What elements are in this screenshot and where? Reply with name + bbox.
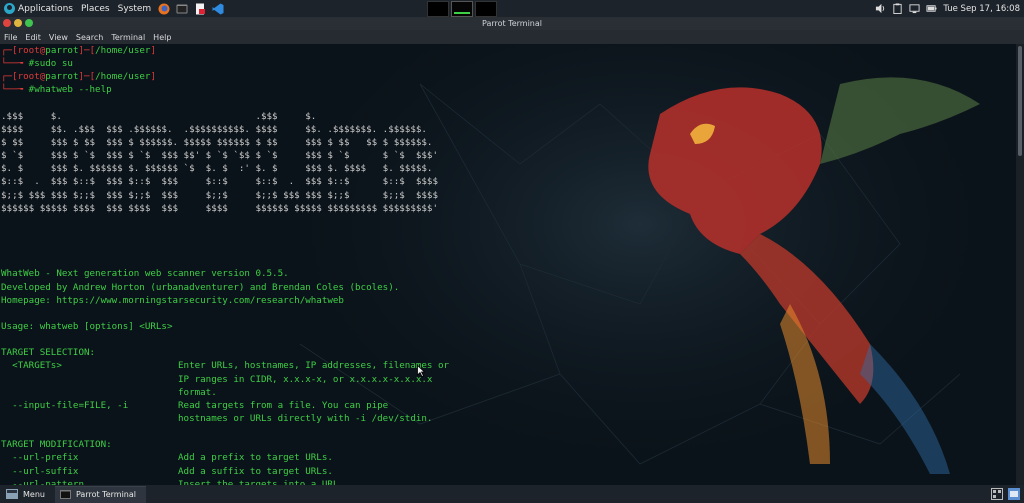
help-text-line: <TARGETs> Enter URLs, hostnames, IP addr…	[1, 360, 450, 372]
menu-file[interactable]: File	[0, 33, 21, 42]
places-menu[interactable]: Places	[77, 0, 114, 17]
terminal-output-area[interactable]: ┌─[root@parrot]─[/home/user] └──╼ #sudo …	[0, 44, 1016, 485]
ascii-art-line	[1, 228, 1016, 241]
terminal-menubar: File Edit View Search Terminal Help	[0, 30, 1024, 44]
terminal-text: ┌─[root@parrot]─[/home/user] └──╼ #sudo …	[1, 44, 1016, 485]
scrollbar-thumb[interactable]	[1018, 46, 1022, 156]
taskbar-right-controls	[991, 488, 1020, 500]
minimize-window-button[interactable]	[14, 19, 22, 27]
menu-edit[interactable]: Edit	[21, 33, 45, 42]
applications-label: Applications	[18, 3, 73, 14]
command-line-2: └──╼ #whatweb --help	[1, 84, 112, 96]
ascii-art-line: $;;$ $$$ $$$ $;;$ $$$ $;;$ $$$ $;;$ $;;$…	[1, 189, 438, 201]
ascii-art-line	[1, 241, 1016, 254]
help-text-line: --input-file=FILE, -i Read targets from …	[1, 399, 389, 411]
terminal-task-icon	[59, 490, 71, 499]
ascii-art-line: .$$$ $. .$$$ $.	[1, 110, 317, 122]
menu-icon	[6, 489, 18, 499]
help-text-line: --url-prefix Add a prefix to target URLs…	[1, 452, 333, 464]
whatweb-ascii-banner: .$$$ $. .$$$ $. $$$$ $$. .$$$ $$$ .$$$$$$…	[1, 97, 1016, 268]
maximize-window-button[interactable]	[25, 19, 33, 27]
menu-search[interactable]: Search	[72, 33, 107, 42]
command-line-1: └──╼ #sudo su	[1, 58, 73, 70]
workspace-switcher	[427, 1, 497, 17]
volume-icon[interactable]	[875, 3, 886, 14]
help-text-line: hostnames or URLs directly with -i /dev/…	[1, 412, 433, 424]
help-text-line: --url-pattern Insert the targets into a …	[1, 478, 344, 485]
mouse-cursor-icon	[417, 365, 425, 377]
terminal-launcher-icon[interactable]	[176, 3, 188, 15]
window-titlebar[interactable]: Parrot Terminal	[0, 17, 1024, 30]
help-text-line: Developed by Andrew Horton (urbanadventu…	[1, 281, 400, 293]
ascii-art-line: $ `$ $$$ $ `$ $$$ $ `$ $$$ $$' $ `$ `$$ …	[1, 150, 438, 162]
ascii-art-line	[1, 254, 1016, 267]
prompt-line-2: ┌─[root@parrot]─[/home/user]	[1, 71, 156, 83]
bottom-taskbar: Menu Parrot Terminal	[0, 485, 1024, 503]
ascii-art-line: $ $$ $$$ $ $$ $$$ $ $$$$$$. $$$$$ $$$$$$…	[1, 136, 433, 148]
window-title: Parrot Terminal	[481, 19, 542, 28]
ascii-art-line: $$$$ $$. .$$$ $$$ .$$$$$$. .$$$$$$$$$$. …	[1, 123, 427, 135]
close-window-button[interactable]	[3, 19, 11, 27]
help-text-line: IP ranges in CIDR, x.x.x-x, or x.x.x.x-x…	[1, 373, 433, 385]
network-icon[interactable]	[909, 3, 920, 14]
prompt-line-1: ┌─[root@parrot]─[/home/user]	[1, 45, 156, 56]
top-panel: Applications Places System Tue Sep 17, 1…	[0, 0, 1024, 17]
taskbar-item-parrot-terminal[interactable]: Parrot Terminal	[54, 485, 146, 503]
system-tray: Tue Sep 17, 16:08	[875, 0, 1024, 17]
workspace-1[interactable]	[427, 1, 449, 17]
show-desktop-icon[interactable]	[991, 488, 1003, 500]
taskbar-menu-button[interactable]: Menu	[0, 485, 51, 503]
help-text-line	[1, 307, 1016, 320]
firefox-icon[interactable]	[158, 3, 170, 15]
help-text-line: TARGET SELECTION:	[1, 347, 96, 359]
places-label: Places	[80, 3, 110, 14]
clock[interactable]: Tue Sep 17, 16:08	[943, 4, 1020, 14]
battery-icon[interactable]	[926, 3, 937, 14]
help-text-line	[1, 425, 1016, 438]
ascii-art-line: $$$$$$ $$$$$ $$$$ $$$ $$$$ $$$ $$$$ $$$$…	[1, 202, 438, 214]
help-text-line: Homepage: https://www.morningstarsecurit…	[1, 294, 344, 306]
terminal-scrollbar[interactable]	[1016, 44, 1024, 485]
ascii-art-line	[1, 97, 1016, 110]
help-text-line: --url-suffix Add a suffix to target URLs…	[1, 465, 333, 477]
whatweb-help-text: WhatWeb - Next generation web scanner ve…	[1, 267, 1016, 485]
workspace-preview-icon[interactable]	[1008, 488, 1020, 500]
ascii-art-line: $. $ $$$ $. $$$$$$ $. $$$$$$ `$ $. $ :' …	[1, 163, 433, 175]
help-text-line: TARGET MODIFICATION:	[1, 439, 112, 451]
applications-menu[interactable]: Applications	[0, 0, 77, 17]
text-editor-icon[interactable]	[194, 3, 206, 15]
workspace-2[interactable]	[451, 1, 473, 17]
help-text-line: Usage: whatweb [options] <URLs>	[1, 320, 173, 332]
help-text-line: format.	[1, 386, 217, 398]
workspace-3[interactable]	[475, 1, 497, 17]
menu-view[interactable]: View	[45, 33, 72, 42]
menu-label: Menu	[23, 489, 45, 499]
ascii-art-line	[1, 215, 1016, 228]
system-menu[interactable]: System	[114, 0, 156, 17]
clipboard-icon[interactable]	[892, 3, 903, 14]
help-text-line: WhatWeb - Next generation web scanner ve…	[1, 268, 289, 280]
menu-terminal[interactable]: Terminal	[107, 33, 149, 42]
vscode-icon[interactable]	[212, 3, 224, 15]
parrot-logo-icon	[4, 3, 15, 14]
menu-help[interactable]: Help	[149, 33, 175, 42]
taskbar-item-label: Parrot Terminal	[75, 490, 136, 499]
help-text-line	[1, 333, 1016, 346]
system-label: System	[117, 3, 152, 14]
ascii-art-line: $::$ . $$$ $::$ $$$ $::$ $$$ $::$ $::$ .…	[1, 176, 438, 188]
